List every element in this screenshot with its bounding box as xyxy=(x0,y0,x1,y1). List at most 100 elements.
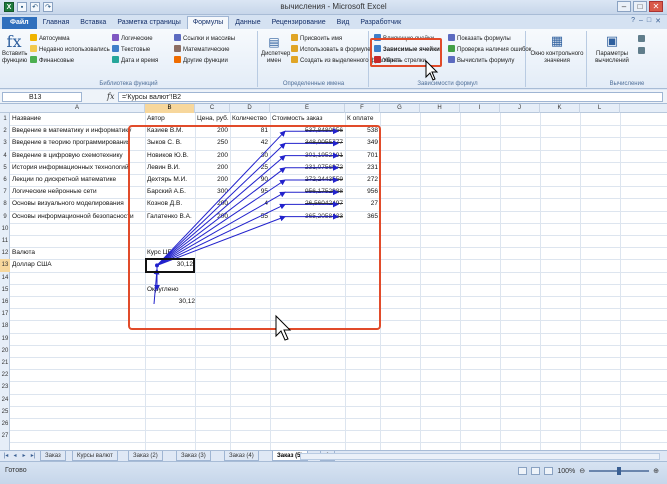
more-functions-button[interactable]: Другие функции xyxy=(174,56,228,65)
minimize-icon[interactable]: – xyxy=(617,1,631,12)
dependent-arrow-e4 xyxy=(156,154,286,266)
help-icon[interactable]: ? xyxy=(631,17,635,25)
calculation-group: ▣ Параметры вычислений Вычисление xyxy=(588,31,666,87)
worksheet[interactable]: ABCDEFGHIJKL 1 2 3 4 5 6 7 8 9 10 11 12 13 14 15 16 17 18… xyxy=(0,104,667,450)
normal-view-icon[interactable] xyxy=(518,467,528,475)
lookup-button[interactable]: Ссылки и массивы xyxy=(174,34,235,43)
tab-view[interactable]: Вид xyxy=(332,17,355,29)
define-name-button[interactable]: Присвоить имя xyxy=(291,34,342,43)
formula-input[interactable]: ='Курсы валют'!B2 xyxy=(118,92,663,102)
dependent-arrow-e8 xyxy=(156,203,286,266)
formula-bar: B13 fx ='Курсы валют'!B2 xyxy=(0,90,667,104)
group-label: Библиотека функций xyxy=(99,81,158,87)
ribbon-window-controls: ? – □ ✕ xyxy=(631,17,661,25)
sheet-tab-2[interactable]: Заказ (2) xyxy=(128,451,163,461)
remove-arrows-button[interactable]: Убрать стрелки xyxy=(374,56,426,65)
dependent-arrow-e5 xyxy=(156,167,286,266)
mouse-cursor-icon xyxy=(425,60,439,81)
logical-button[interactable]: Логические xyxy=(112,34,153,43)
evaluate-icon xyxy=(448,56,455,63)
ribbon-minimize-icon[interactable]: – xyxy=(639,17,643,25)
calc-options-button[interactable]: ▣ Параметры вычислений xyxy=(590,33,634,65)
error-checking-button[interactable]: Проверка наличия ошибок xyxy=(448,45,531,54)
tab-page-layout[interactable]: Разметка страницы xyxy=(112,17,186,29)
tag-icon xyxy=(291,34,298,41)
page-layout-view-icon[interactable] xyxy=(531,467,541,475)
tab-home[interactable]: Главная xyxy=(38,17,75,29)
name-box[interactable]: B13 xyxy=(2,92,82,102)
calculator-icon: ▣ xyxy=(605,34,619,49)
group-label: Вычисление xyxy=(609,81,645,87)
watch-window-icon: ▦ xyxy=(550,34,564,49)
sheet-tab-4[interactable]: Заказ (4) xyxy=(224,451,259,461)
window-title: вычисления - Microsoft Excel xyxy=(280,2,387,11)
function-library-group: fx Вставить функцию Автосумма Недавно ис… xyxy=(0,31,258,87)
watch-window-button[interactable]: ▦ Окно контрольного значения xyxy=(530,33,584,65)
show-formulas-button[interactable]: Показать формулы xyxy=(448,34,511,43)
trace-precedents-button[interactable]: Влияющие ячейки xyxy=(374,34,434,43)
tab-insert[interactable]: Вставка xyxy=(75,17,111,29)
use-in-formula-button[interactable]: Использовать в формуле xyxy=(291,45,371,54)
close-icon[interactable]: ✕ xyxy=(649,1,663,12)
calc-sheet-icon[interactable] xyxy=(638,47,647,56)
autosum-button[interactable]: Автосумма xyxy=(30,34,70,43)
ribbon-close-icon[interactable]: ✕ xyxy=(655,17,661,25)
financial-button[interactable]: Финансовые xyxy=(30,56,74,65)
tab-review[interactable]: Рецензирование xyxy=(267,17,331,29)
evaluate-formula-button[interactable]: Вычислить формулу xyxy=(448,56,514,65)
precedents-icon xyxy=(374,34,381,41)
next-sheet-icon[interactable]: ▸ xyxy=(20,452,28,460)
selected-cell-b13[interactable] xyxy=(145,258,195,273)
sheet-tab-1[interactable]: Курсы валют xyxy=(72,451,118,461)
sheet-tab-bar: |◂ ◂ ▸ ▸| Заказ Курсы валют Заказ (2) Заказ… xyxy=(0,450,667,461)
formula-icon xyxy=(291,45,298,52)
insert-function-button[interactable]: fx Вставить функцию xyxy=(2,33,27,65)
clock-icon xyxy=(112,56,119,63)
formula-auditing-group: Влияющие ячейки Зависимые ячейки Убрать … xyxy=(370,31,531,87)
defined-names-group: ▤ Диспетчер имен Присвоить имя Использов… xyxy=(259,31,401,87)
title-bar: X ▪ ↶ ↷ вычисления - Microsoft Excel – □… xyxy=(0,0,667,15)
first-sheet-icon[interactable]: |◂ xyxy=(2,452,10,460)
sheet-tab-0[interactable]: Заказ xyxy=(40,451,66,461)
money-icon xyxy=(30,56,37,63)
prev-sheet-icon[interactable]: ◂ xyxy=(11,452,19,460)
math-button[interactable]: Математические xyxy=(174,45,230,54)
zoom-in-icon[interactable]: ⊕ xyxy=(653,467,659,475)
horizontal-scrollbar[interactable] xyxy=(300,453,660,460)
page-break-view-icon[interactable] xyxy=(544,467,554,475)
calc-now-icon[interactable] xyxy=(638,35,647,44)
zoom-out-icon[interactable]: ⊖ xyxy=(579,467,585,475)
watch-window-group: ▦ Окно контрольного значения xyxy=(527,31,587,87)
group-label: Определенные имена xyxy=(282,81,345,87)
lookup-icon xyxy=(174,34,181,41)
status-ready: Готово xyxy=(5,467,27,474)
ribbon-restore-icon[interactable]: □ xyxy=(647,17,651,25)
more-icon xyxy=(174,56,181,63)
dependent-arrow-e2 xyxy=(156,130,286,266)
annotation-frame xyxy=(128,125,381,330)
tab-file[interactable]: Файл xyxy=(2,17,37,29)
zoom-thumb[interactable] xyxy=(617,467,622,475)
name-manager-button[interactable]: ▤ Диспетчер имен xyxy=(261,33,290,65)
name-manager-icon: ▤ xyxy=(268,35,280,49)
tab-formulas[interactable]: Формулы xyxy=(186,16,230,29)
text-icon xyxy=(112,45,119,52)
sheet-tab-3[interactable]: Заказ (3) xyxy=(176,451,211,461)
ribbon-tabs: Файл Главная Вставка Разметка страницы Ф… xyxy=(0,15,667,29)
star-icon xyxy=(30,45,37,52)
text-button[interactable]: Текстовые xyxy=(112,45,150,54)
trace-dependents-button[interactable]: Зависимые ячейки xyxy=(374,45,440,54)
fx-icon[interactable]: fx xyxy=(107,92,114,101)
grid-icon xyxy=(291,56,298,63)
last-sheet-icon[interactable]: ▸| xyxy=(29,452,37,460)
zoom-controls: 100% ⊖ ⊕ xyxy=(518,467,659,475)
zoom-level[interactable]: 100% xyxy=(557,468,575,475)
recent-button[interactable]: Недавно использовались xyxy=(30,45,110,54)
tab-developer[interactable]: Разработчик xyxy=(355,17,406,29)
math-icon xyxy=(174,45,181,52)
zoom-slider[interactable] xyxy=(589,467,650,475)
maximize-icon[interactable]: □ xyxy=(633,1,647,12)
tab-data[interactable]: Данные xyxy=(230,17,265,29)
tracer-overlay xyxy=(128,125,381,341)
datetime-button[interactable]: Дата и время xyxy=(112,56,158,65)
